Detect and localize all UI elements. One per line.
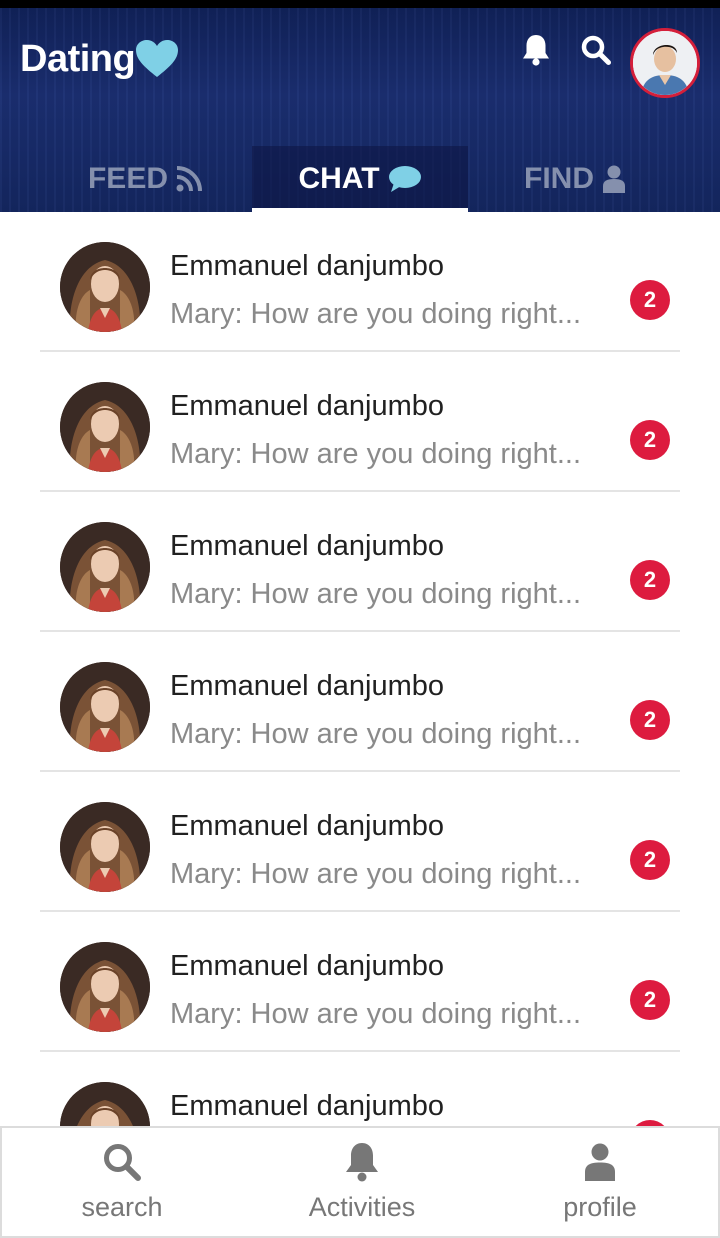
notifications-bell-icon[interactable] [518, 32, 554, 68]
user-avatar[interactable] [630, 28, 700, 98]
tab-find[interactable]: FIND [470, 146, 680, 212]
chat-list-item[interactable]: Emmanuel danjumbo Mary: How are you doin… [40, 632, 680, 772]
unread-badge: 2 [630, 420, 670, 460]
message-preview: Mary: How are you doing right... [170, 578, 582, 610]
contact-avatar [60, 802, 150, 892]
chat-bubble-icon [388, 165, 422, 193]
app-root: Dating FEED CHAT FIND Emmanuel danjumbo … [0, 0, 720, 1238]
contact-avatar [60, 382, 150, 472]
brand-logo[interactable]: Dating [20, 34, 179, 84]
heart-icon [136, 40, 179, 77]
header-search-icon[interactable] [578, 32, 614, 68]
contact-avatar [60, 662, 150, 752]
contact-name: Emmanuel danjumbo [170, 390, 445, 422]
message-preview: Mary: How are you doing right... [170, 718, 582, 750]
bottom-nav: search Activities profile [0, 1126, 720, 1238]
tab-feed-label: FEED [87, 162, 168, 195]
nav-activities[interactable]: Activities [242, 1128, 482, 1238]
nav-profile[interactable]: profile [480, 1128, 720, 1238]
unread-badge: 2 [630, 280, 670, 320]
nav-activities-label: Activities [308, 1192, 416, 1222]
unread-badge: 2 [630, 700, 670, 740]
chat-list: Emmanuel danjumbo Mary: How are you doin… [0, 212, 720, 1127]
contact-avatar [60, 242, 150, 332]
tab-chat-label: CHAT [298, 162, 380, 195]
profile-user-icon [584, 1140, 616, 1184]
search-icon [102, 1140, 142, 1184]
unread-badge: 2 [630, 980, 670, 1020]
message-preview: Mary: How are you doing right... [170, 298, 582, 330]
contact-name: Emmanuel danjumbo [170, 1090, 445, 1122]
tab-find-label: FIND [524, 162, 594, 195]
user-icon [602, 165, 626, 193]
contact-name: Emmanuel danjumbo [170, 670, 445, 702]
chat-list-item[interactable]: Emmanuel danjumbo Mary: How are you doin… [40, 1052, 680, 1127]
message-preview: Mary: How are you doing right... [170, 858, 582, 890]
chat-list-item[interactable]: Emmanuel danjumbo Mary: How are you doin… [40, 212, 680, 352]
message-preview: Mary: How are you doing right... [170, 998, 582, 1030]
bell-icon [343, 1140, 381, 1184]
unread-badge: 2 [630, 840, 670, 880]
contact-name: Emmanuel danjumbo [170, 950, 445, 982]
tab-feed[interactable]: FEED [40, 146, 250, 212]
message-preview: Mary: How are you doing right... [170, 438, 582, 470]
nav-search[interactable]: search [2, 1128, 242, 1238]
contact-avatar [60, 522, 150, 612]
contact-avatar [60, 1082, 150, 1127]
unread-badge: 2 [630, 560, 670, 600]
contact-avatar [60, 942, 150, 1032]
contact-name: Emmanuel danjumbo [170, 530, 445, 562]
contact-name: Emmanuel danjumbo [170, 250, 445, 282]
nav-profile-label: profile [563, 1192, 637, 1222]
status-bar [0, 0, 720, 8]
chat-list-item[interactable]: Emmanuel danjumbo Mary: How are you doin… [40, 352, 680, 492]
nav-search-label: search [81, 1192, 163, 1222]
user-avatar-image [633, 31, 697, 95]
chat-list-item[interactable]: Emmanuel danjumbo Mary: How are you doin… [40, 492, 680, 632]
app-header: Dating FEED CHAT FIND [0, 0, 720, 212]
contact-name: Emmanuel danjumbo [170, 810, 445, 842]
main-tabs: FEED CHAT FIND [0, 146, 720, 212]
tab-chat[interactable]: CHAT [252, 146, 468, 212]
chat-list-item[interactable]: Emmanuel danjumbo Mary: How are you doin… [40, 772, 680, 912]
rss-icon [176, 166, 202, 192]
brand-name: Dating [20, 37, 136, 80]
chat-list-item[interactable]: Emmanuel danjumbo Mary: How are you doin… [40, 912, 680, 1052]
